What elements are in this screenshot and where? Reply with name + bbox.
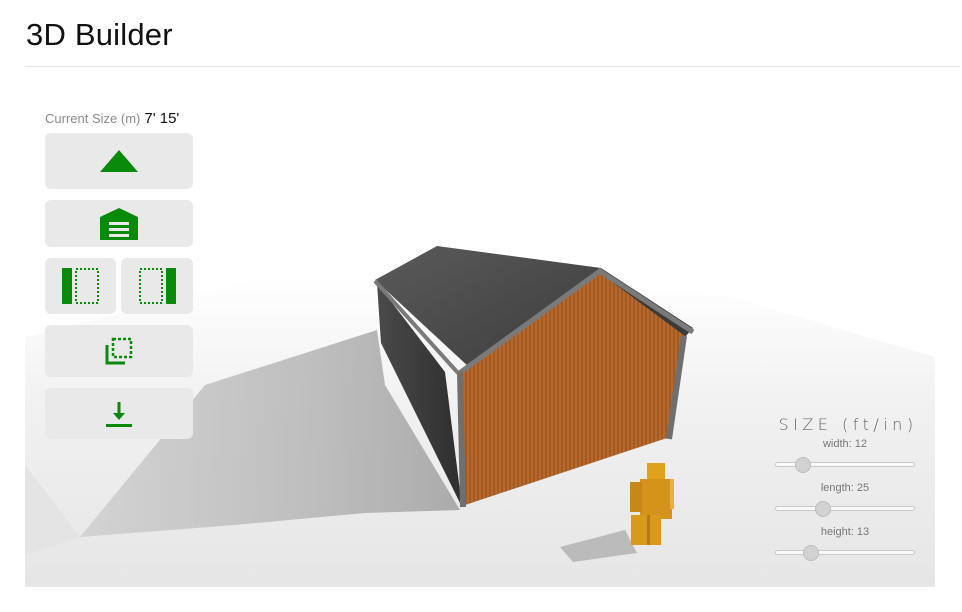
- right-wall-icon: [139, 268, 176, 304]
- slider-thumb[interactable]: [803, 545, 819, 561]
- slider-track: [775, 550, 915, 555]
- corner-post-left: [457, 371, 466, 508]
- slider-thumb[interactable]: [795, 457, 811, 473]
- roof-triangle-icon: [100, 150, 138, 172]
- copy-icon: [105, 337, 133, 365]
- builder-page: 3D Builder Current Size (m) 7' 15' SIZE …: [0, 0, 962, 612]
- width-slider[interactable]: [775, 456, 915, 473]
- height-slider[interactable]: [775, 544, 915, 561]
- length-slider[interactable]: [775, 500, 915, 517]
- size-panel: SIZE (ft/in) width: 12 length: 25 height…: [770, 415, 920, 561]
- right-wall-button[interactable]: [121, 258, 193, 314]
- roof-button[interactable]: [45, 133, 193, 189]
- size-heading: SIZE (ft/in): [778, 415, 918, 434]
- left-wall-icon: [61, 268, 99, 304]
- download-icon: [106, 401, 132, 427]
- left-wall-button[interactable]: [45, 258, 116, 314]
- title-divider: [25, 66, 960, 67]
- copy-button[interactable]: [45, 325, 193, 377]
- slider-thumb[interactable]: [815, 501, 831, 517]
- height-label: height: 13: [820, 526, 870, 538]
- slider-track: [775, 506, 915, 511]
- current-size: Current Size (m) 7' 15': [45, 110, 179, 127]
- current-size-label: Current Size (m): [45, 111, 141, 126]
- length-label: length: 25: [820, 482, 870, 494]
- download-button[interactable]: [45, 388, 193, 439]
- garage-door-icon: [100, 207, 138, 240]
- page-title: 3D Builder: [26, 17, 173, 52]
- garage-door-button[interactable]: [45, 200, 193, 247]
- current-size-value: 7' 15': [144, 110, 180, 127]
- width-label: width: 12: [822, 438, 868, 450]
